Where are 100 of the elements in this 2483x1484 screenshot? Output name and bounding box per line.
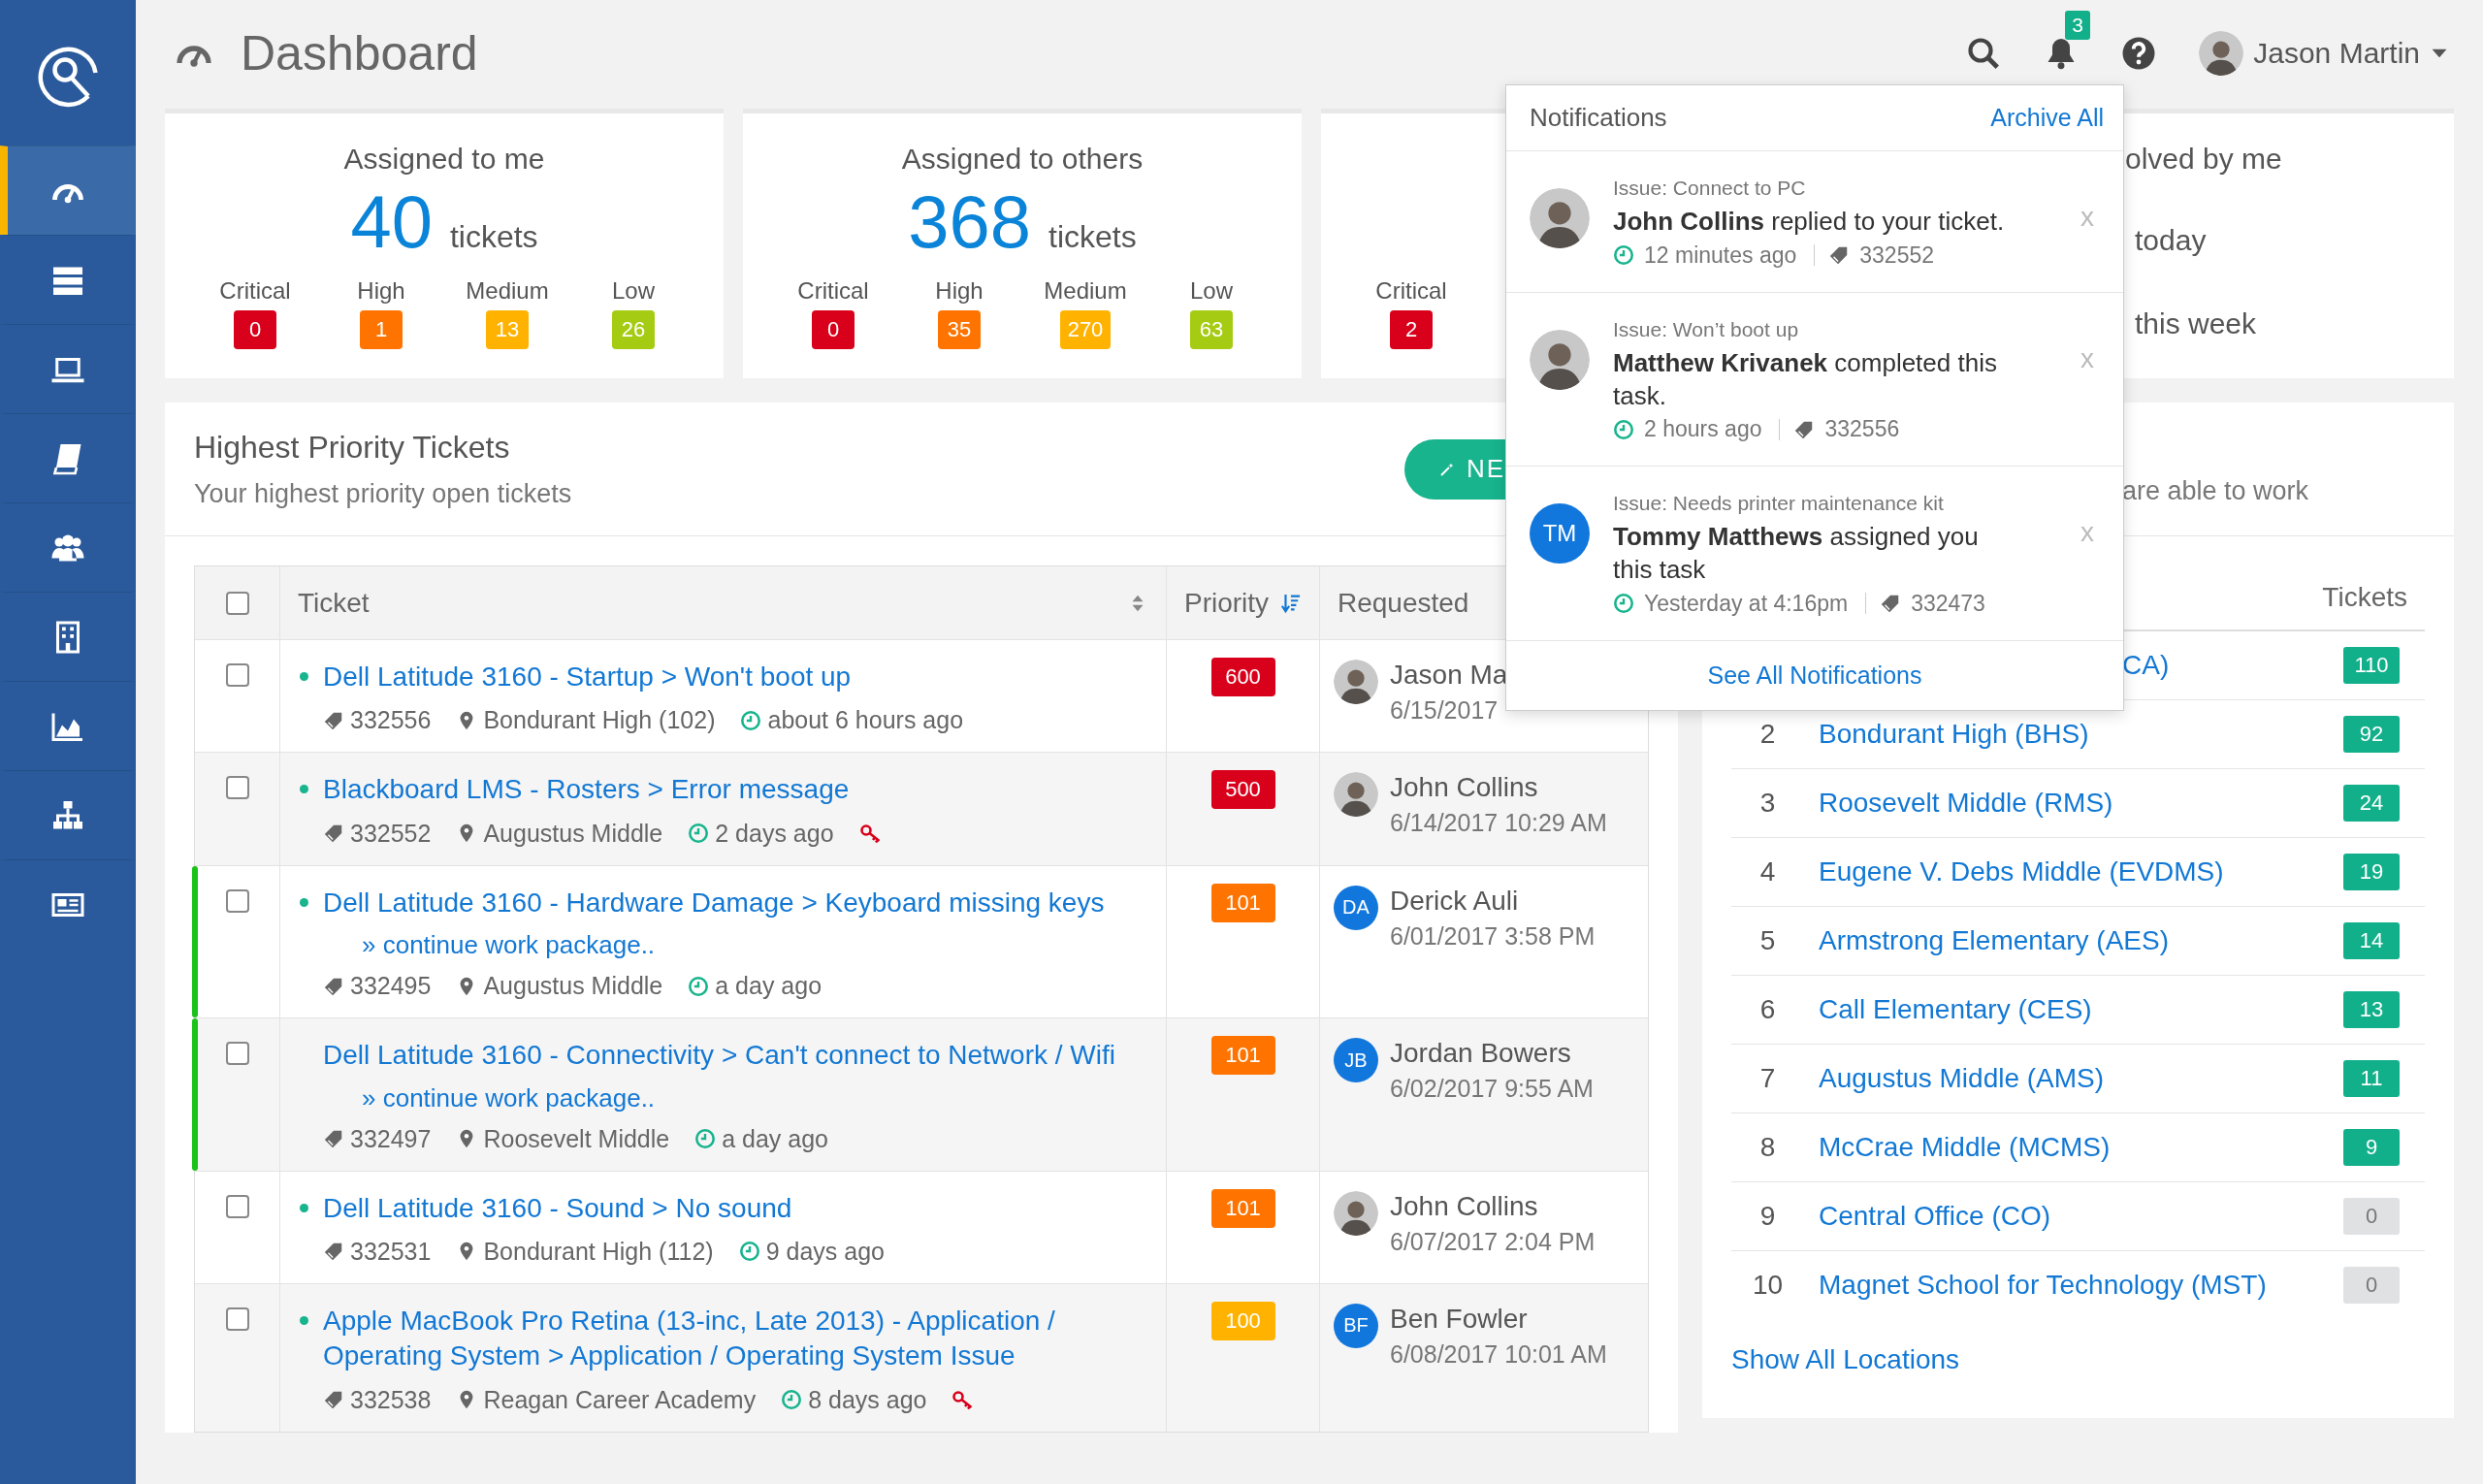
avatar-initials: TM bbox=[1530, 503, 1590, 565]
rank-number: 5 bbox=[1758, 925, 1777, 956]
avatar-icon bbox=[2199, 31, 2244, 76]
location-link[interactable]: Call Elementary (CES) bbox=[1819, 994, 2092, 1025]
ticket-link[interactable]: Dell Latitude 3160 - Connectivity > Can't connect to Network / Wifi bbox=[323, 1038, 1115, 1074]
level-label: Critical bbox=[219, 277, 291, 305]
notification-message: John Collins replied to your ticket. bbox=[1613, 206, 2006, 238]
ticket-location: Roosevelt Middle bbox=[483, 1124, 670, 1153]
column-label: Ticket bbox=[298, 587, 370, 619]
column-header[interactable]: Ticket bbox=[280, 566, 1167, 639]
rank-number: 3 bbox=[1758, 788, 1777, 819]
clock-icon bbox=[740, 709, 762, 731]
count-badge: 13 bbox=[486, 310, 529, 349]
ticket-number: 332556 bbox=[350, 706, 432, 735]
location-link[interactable]: Central Office (CO) bbox=[1819, 1201, 2051, 1232]
continue-link[interactable]: » continue work package.. bbox=[362, 930, 656, 961]
ticket-icon bbox=[323, 1241, 344, 1263]
rank-number: 6 bbox=[1758, 994, 1777, 1025]
avatar-icon bbox=[1334, 772, 1378, 818]
ticket-number: 332538 bbox=[350, 1385, 432, 1414]
row-checkbox[interactable] bbox=[225, 776, 249, 800]
row-checkbox[interactable] bbox=[225, 1194, 249, 1218]
priority-badge: 600 bbox=[1210, 658, 1275, 696]
rank-number: 9 bbox=[1758, 1201, 1777, 1232]
ticket-count-badge: 9 bbox=[2343, 1129, 2400, 1166]
ticket-age: a day ago bbox=[722, 1124, 829, 1153]
ticket-link[interactable]: Apple MacBook Pro Retina (13-inc, Late 2013) - Application / Operating System > Application / Operating System Issue bbox=[323, 1303, 1146, 1374]
count-badge: 0 bbox=[234, 310, 276, 349]
ticket-count-badge: 92 bbox=[2343, 716, 2400, 753]
avatar-initials: BF bbox=[1334, 1303, 1378, 1348]
table-row[interactable]: Dell Latitude 3160 - Connectivity > Can't connect to Network / Wifi » continue work package.. 332497 Roosevelt Middle a day ago 101 JB Jordan Bowers 6/02/2017 9:55 AM bbox=[195, 1017, 1648, 1171]
count-badge: 1 bbox=[360, 310, 403, 349]
ticket-icon bbox=[323, 823, 344, 845]
rank-number: 7 bbox=[1758, 1063, 1777, 1094]
row-checkbox[interactable] bbox=[225, 888, 249, 913]
row-checkbox[interactable] bbox=[225, 663, 249, 687]
user-name[interactable]: Jason Martin bbox=[2253, 37, 2420, 70]
location-link[interactable]: Magnet School for Technology (MST) bbox=[1819, 1270, 2267, 1301]
summary-line: this week bbox=[2135, 307, 2258, 340]
requester-name: Jordan Bowers bbox=[1390, 1038, 1572, 1070]
location-link[interactable]: Roosevelt Middle (RMS) bbox=[1819, 788, 2113, 819]
clock-icon bbox=[1613, 418, 1634, 440]
notification-issue: Issue: Connect to PC bbox=[1613, 177, 1807, 200]
ticket-location: Augustus Middle bbox=[483, 819, 663, 848]
dropdown-title: Notifications bbox=[1530, 103, 1667, 133]
ticket-count-badge: 14 bbox=[2343, 922, 2400, 959]
request-date: 6/14/2017 10:29 AM bbox=[1390, 809, 1607, 838]
avatar-icon bbox=[1334, 660, 1378, 704]
panel-title: Highest Priority Tickets bbox=[194, 429, 511, 466]
table-row[interactable]: Apple MacBook Pro Retina (13-inc, Late 2013) - Application / Operating System > Application / Operating System Issue 332538 Reagan Career Academy 8 days ago 100 BF Ben Fowler 6/08/2017 10:01 AM bbox=[195, 1282, 1648, 1432]
ticket-location: Bondurant High (102) bbox=[483, 706, 716, 735]
notification-issue: Issue: Won’t boot up bbox=[1613, 317, 1800, 341]
new-ticket-button[interactable]: NE bbox=[1404, 438, 1505, 500]
table-row[interactable]: Dell Latitude 3160 - Sound > No sound 332531 Bondurant High (112) 9 days ago 101 John Collins 6/07/2017 2:04 PM bbox=[195, 1170, 1648, 1283]
archive-all-link[interactable]: Archive All bbox=[1990, 104, 2104, 132]
rank-number: 8 bbox=[1758, 1132, 1777, 1163]
sidebar-item[interactable] bbox=[0, 145, 136, 235]
select-all-checkbox[interactable] bbox=[225, 591, 249, 615]
row-checkbox[interactable] bbox=[225, 1307, 249, 1331]
priority-badge: 101 bbox=[1210, 1188, 1275, 1228]
page-title: Dashboard bbox=[241, 25, 478, 81]
notification-time: 2 hours ago bbox=[1644, 416, 1762, 443]
location-link[interactable]: Eugene V. Debs Middle (EVDMS) bbox=[1819, 856, 2224, 887]
row-checkbox[interactable] bbox=[225, 1042, 249, 1066]
clock-icon bbox=[738, 1241, 760, 1263]
clock-icon bbox=[688, 975, 710, 997]
location-link[interactable]: McCrae Middle (MCMS) bbox=[1819, 1132, 2111, 1163]
ticket-link[interactable]: Dell Latitude 3160 - Hardware Damage > Keyboard missing keys bbox=[323, 885, 1105, 921]
requester-name: Derick Auli bbox=[1390, 885, 1520, 917]
continue-link[interactable]: » continue work package.. bbox=[362, 1082, 656, 1113]
see-all-link[interactable]: See All Notifications bbox=[1707, 661, 1922, 690]
clock-icon bbox=[1613, 244, 1634, 267]
ticket-link[interactable]: Dell Latitude 3160 - Startup > Won't boot up bbox=[323, 660, 852, 695]
ticket-icon bbox=[323, 1389, 344, 1411]
priority-badge: 500 bbox=[1210, 770, 1275, 810]
ticket-link[interactable]: Dell Latitude 3160 - Sound > No sound bbox=[323, 1190, 792, 1226]
table-row[interactable]: Blackboard LMS - Rosters > Error message 332552 Augustus Middle 2 days ago 500 John Collins 6/14/2017 10:29 AM bbox=[195, 752, 1648, 865]
column-label: Tickets bbox=[2322, 582, 2407, 613]
ticket-count-badge: 13 bbox=[2343, 991, 2400, 1028]
requester-name: John Collins bbox=[1390, 772, 1539, 804]
request-date: 6/15/2017 bbox=[1390, 696, 1499, 725]
location-link[interactable]: Augustus Middle (AMS) bbox=[1819, 1063, 2105, 1094]
ticket-number: 332552 bbox=[1859, 242, 1935, 269]
location-link[interactable]: CA) bbox=[2122, 650, 2170, 681]
ticket-location: Bondurant High (112) bbox=[483, 1237, 714, 1266]
ticket-link[interactable]: Blackboard LMS - Rosters > Error message bbox=[323, 772, 850, 808]
request-date: 6/08/2017 10:01 AM bbox=[1390, 1339, 1607, 1369]
panel-subtitle: Your highest priority open tickets bbox=[194, 478, 572, 509]
rank-number: 10 bbox=[1751, 1270, 1785, 1301]
show-all-link[interactable]: Show All Locations bbox=[1731, 1344, 1960, 1375]
location-link[interactable]: Armstrong Elementary (AES) bbox=[1819, 925, 2169, 956]
location-link[interactable]: Bondurant High (BHS) bbox=[1819, 719, 2089, 750]
count-badge: 26 bbox=[612, 310, 655, 349]
count-badge: 270 bbox=[1059, 310, 1112, 349]
count-unit: tickets bbox=[1048, 219, 1137, 254]
ticket-count: 40 bbox=[350, 180, 433, 263]
sort-descending-icon[interactable] bbox=[1280, 592, 1302, 614]
notification-message: Matthew Krivanek completed this task. bbox=[1613, 346, 1998, 412]
column-header[interactable]: Priority bbox=[1167, 566, 1320, 639]
ticket-count-badge: 11 bbox=[2343, 1060, 2400, 1097]
